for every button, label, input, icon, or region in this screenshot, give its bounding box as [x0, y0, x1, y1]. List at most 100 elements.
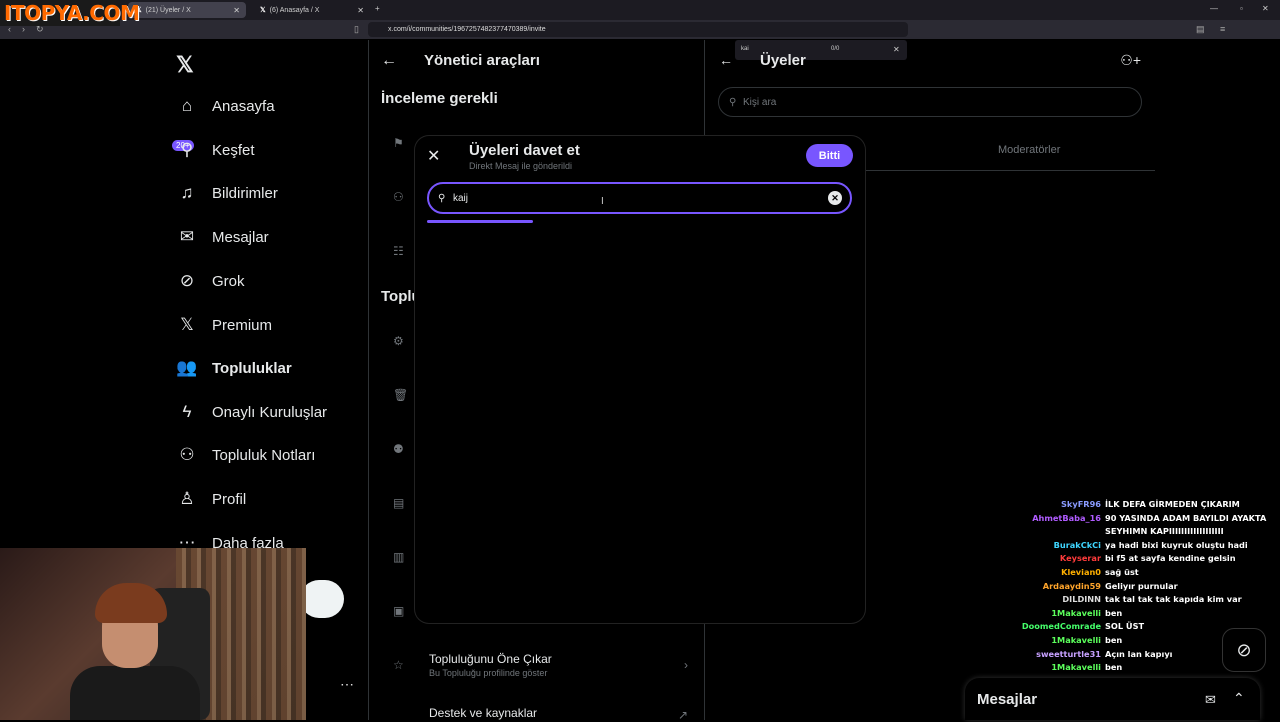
feature-community-row[interactable]: Topluluğunu Öne Çıkar Bu Topluluğu profi… — [429, 652, 552, 678]
review-section-title: İnceleme gerekli — [381, 90, 498, 107]
close-icon[interactable]: ✕ — [233, 6, 240, 15]
chat-message: SEYHIMN KAPIIIIIIIIIIIIIIIIII — [1010, 525, 1280, 539]
x-logo-icon[interactable]: 𝕏 — [176, 52, 194, 78]
add-member-icon[interactable]: ⚇+ — [1120, 52, 1141, 69]
row-title: Destek ve kaynaklar — [429, 706, 538, 720]
webcam-feed — [0, 548, 306, 720]
chat-username: Keyserar — [1059, 553, 1101, 564]
bookmark-icon[interactable]: ▯ — [354, 24, 359, 35]
bell-icon: ♫ — [180, 183, 194, 202]
sidebar-item-verified-orgs[interactable]: ϟ Onaylı Kuruluşlar — [176, 397, 328, 427]
chat-message: Ardaaydin59 Geliyır purnular — [1010, 580, 1280, 594]
chat-text: ya hadi bixi kuyruk oluştu hadi — [1105, 539, 1248, 550]
chat-username: 1Makavelli — [1051, 634, 1101, 645]
chat-username: BurakCkCi — [1053, 539, 1101, 550]
sidebar-item-home[interactable]: ⌂ Anasayfa — [176, 91, 275, 121]
member-search-input[interactable]: ⚲ Kişi ara — [718, 87, 1142, 117]
sidebar-item-grok[interactable]: ⊘ Grok — [176, 266, 245, 296]
sidebar-item-notifications[interactable]: ♫ Bildirimler — [176, 178, 278, 208]
dialog-subtitle: Direkt Mesaj ile gönderildi — [469, 161, 573, 171]
sidebar-item-explore[interactable]: ⚲ Keşfet — [176, 135, 255, 165]
notes-icon: ⚇ — [179, 445, 195, 464]
tab-members[interactable]: 𝕏 (21) Üyeler / X ✕ — [128, 2, 246, 18]
chat-username: sweetturtle31 — [1036, 648, 1101, 659]
chat-username: 1Makavelli — [1051, 607, 1101, 618]
analytics-icon[interactable]: ▥ — [393, 550, 404, 564]
tab-moderators[interactable]: Moderatörler — [998, 144, 1060, 156]
x-tab-icon: 𝕏 — [260, 7, 266, 14]
invite-search-input[interactable] — [453, 192, 813, 204]
new-tab-button[interactable]: + — [375, 4, 380, 13]
chat-message: AhmetBaba_16 90 YASINDA ADAM BAYILDI AYAK… — [1010, 512, 1280, 526]
sidebar-item-profile[interactable]: ♙ Profil — [176, 484, 246, 514]
chat-text: tak tal tak tak kapıda kim var — [1105, 594, 1242, 605]
chat-message: BurakCkCi ya hadi bixi kuyruk oluştu hadi — [1010, 539, 1280, 553]
group-icon[interactable]: ⚉ — [393, 442, 404, 456]
settings-icon[interactable]: ⚙ — [393, 334, 404, 348]
done-button[interactable]: Bitti — [806, 144, 853, 167]
clear-icon[interactable]: ✕ — [828, 191, 842, 205]
compose-message-icon[interactable]: ✉ — [1205, 692, 1216, 708]
trash-icon[interactable]: 🗑 — [393, 388, 408, 402]
tab-home[interactable]: 𝕏 (6) Anasayfa / X ✕ — [252, 2, 370, 18]
chat-username: 1Makavelli — [1051, 662, 1101, 673]
grok-icon: ⊘ — [179, 271, 195, 290]
window-close-button[interactable]: ✕ — [1262, 4, 1269, 13]
sidebar-item-messages[interactable]: ✉ Mesajlar — [176, 222, 269, 252]
list-icon[interactable]: ☷ — [393, 244, 404, 258]
user-check-icon[interactable]: ⚇ — [393, 190, 404, 204]
chat-username: SkyFR96 — [1061, 499, 1101, 509]
chat-text: 90 YASINDA ADAM BAYILDI AYAKTA — [1105, 512, 1267, 523]
address-bar-row: ‹ › ↻ ▯ x.com/i/communities/196725748237… — [0, 20, 1280, 39]
dialog-title: Üyeleri davet et — [469, 142, 580, 159]
chat-username — [1010, 525, 1105, 539]
chat-username: AhmetBaba_16 — [1032, 512, 1101, 523]
streamer-body — [70, 666, 200, 720]
back-arrow-icon[interactable]: ← — [381, 52, 397, 70]
tab-label: (21) Üyeler / X — [145, 6, 191, 14]
chat-text: sağ üst — [1105, 566, 1139, 577]
chat-username: DILDINN — [1062, 594, 1101, 605]
search-icon: ⚲ — [180, 140, 194, 159]
minimize-button[interactable]: — — [1210, 4, 1218, 13]
chat-text: SEYHIMN KAPIIIIIIIIIIIIIIIIII — [1105, 526, 1224, 537]
back-arrow-icon[interactable]: ← — [719, 52, 733, 68]
support-resources-row[interactable]: Destek ve kaynaklar — [429, 706, 537, 720]
close-icon[interactable]: ✕ — [357, 6, 364, 15]
messages-drawer-title: Mesajlar — [977, 691, 1038, 708]
star-icon[interactable]: ☆ — [393, 658, 404, 672]
text-cursor-icon: I — [601, 196, 604, 207]
chevron-right-icon: › — [684, 658, 688, 672]
sidebar-item-label: Anasayfa — [212, 97, 275, 115]
close-icon[interactable]: ✕ — [427, 146, 440, 166]
row-title: Topluluğunu Öne Çıkar — [429, 652, 552, 666]
sidebar-item-label: Bildirimler — [212, 184, 278, 202]
chat-message: Keyserar bi f5 at sayfa kendine gelsin — [1010, 552, 1280, 566]
sidebar-item-label: Topluluklar — [212, 359, 292, 377]
sidebar-item-label: Grok — [212, 272, 245, 290]
document-icon[interactable]: ▤ — [393, 496, 404, 510]
row-subtitle: Bu Topluluğu profilinde göster — [429, 668, 548, 678]
user-icon: ♙ — [179, 489, 195, 508]
menu-icon[interactable]: ≡ — [1220, 24, 1225, 34]
sidebar-item-label: Keşfet — [212, 141, 255, 159]
expand-up-icon[interactable]: ⌃ — [1233, 690, 1245, 707]
post-button[interactable] — [300, 580, 344, 618]
note-icon[interactable]: ▣ — [393, 604, 404, 618]
url-field[interactable]: x.com/i/communities/1967257482377470389/… — [368, 22, 908, 37]
messages-drawer[interactable]: Mesajlar ✉ ⌃ — [965, 678, 1260, 720]
more-icon[interactable]: ⋯ — [340, 676, 354, 693]
chat-message: 1Makavelli ben — [1010, 607, 1280, 621]
grok-floating-button[interactable]: ⊘ — [1222, 628, 1266, 672]
admin-tools-title: Yönetici araçları — [424, 52, 540, 69]
sidebar-item-communities[interactable]: 👥 Topluluklar — [176, 353, 292, 383]
maximize-button[interactable]: ▫ — [1240, 4, 1243, 13]
sidebar-item-premium[interactable]: 𝕏 Premium — [176, 310, 272, 340]
home-icon: ⌂ — [181, 96, 193, 115]
invite-search-field[interactable]: ⚲ ✕ — [427, 182, 852, 214]
watermark-logo: ITOPYA.COM — [0, 0, 140, 26]
flag-icon[interactable]: ⚑ — [393, 136, 404, 150]
tab-label: (6) Anasayfa / X — [269, 6, 320, 14]
sidebar-item-community-notes[interactable]: ⚇ Topluluk Notları — [176, 440, 315, 470]
extensions-icon[interactable]: ▤ — [1196, 24, 1205, 35]
